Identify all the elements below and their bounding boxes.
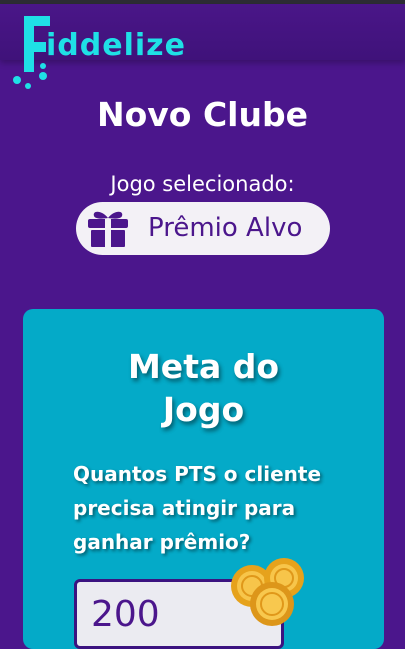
brand-logo[interactable]: iddelize bbox=[10, 8, 200, 92]
gift-icon bbox=[88, 211, 128, 247]
selected-game-name: Prêmio Alvo bbox=[148, 213, 303, 243]
goal-question: Quantos PTS o cliente precisa atingir pa… bbox=[73, 462, 322, 554]
page-title: Novo Clube bbox=[97, 95, 308, 134]
logo-wordmark: iddelize bbox=[46, 28, 186, 63]
selected-game-chip[interactable]: Prêmio Alvo bbox=[76, 202, 330, 255]
coins-icon bbox=[231, 558, 304, 626]
goal-card: Meta do Jogo Quantos PTS o cliente preci… bbox=[23, 309, 384, 649]
goal-card-title: Meta do Jogo bbox=[23, 345, 384, 431]
goal-card-title-line1: Meta do bbox=[127, 347, 280, 386]
goal-card-title-line2: Jogo bbox=[162, 390, 245, 429]
selected-game-label: Jogo selecionado: bbox=[110, 172, 295, 196]
